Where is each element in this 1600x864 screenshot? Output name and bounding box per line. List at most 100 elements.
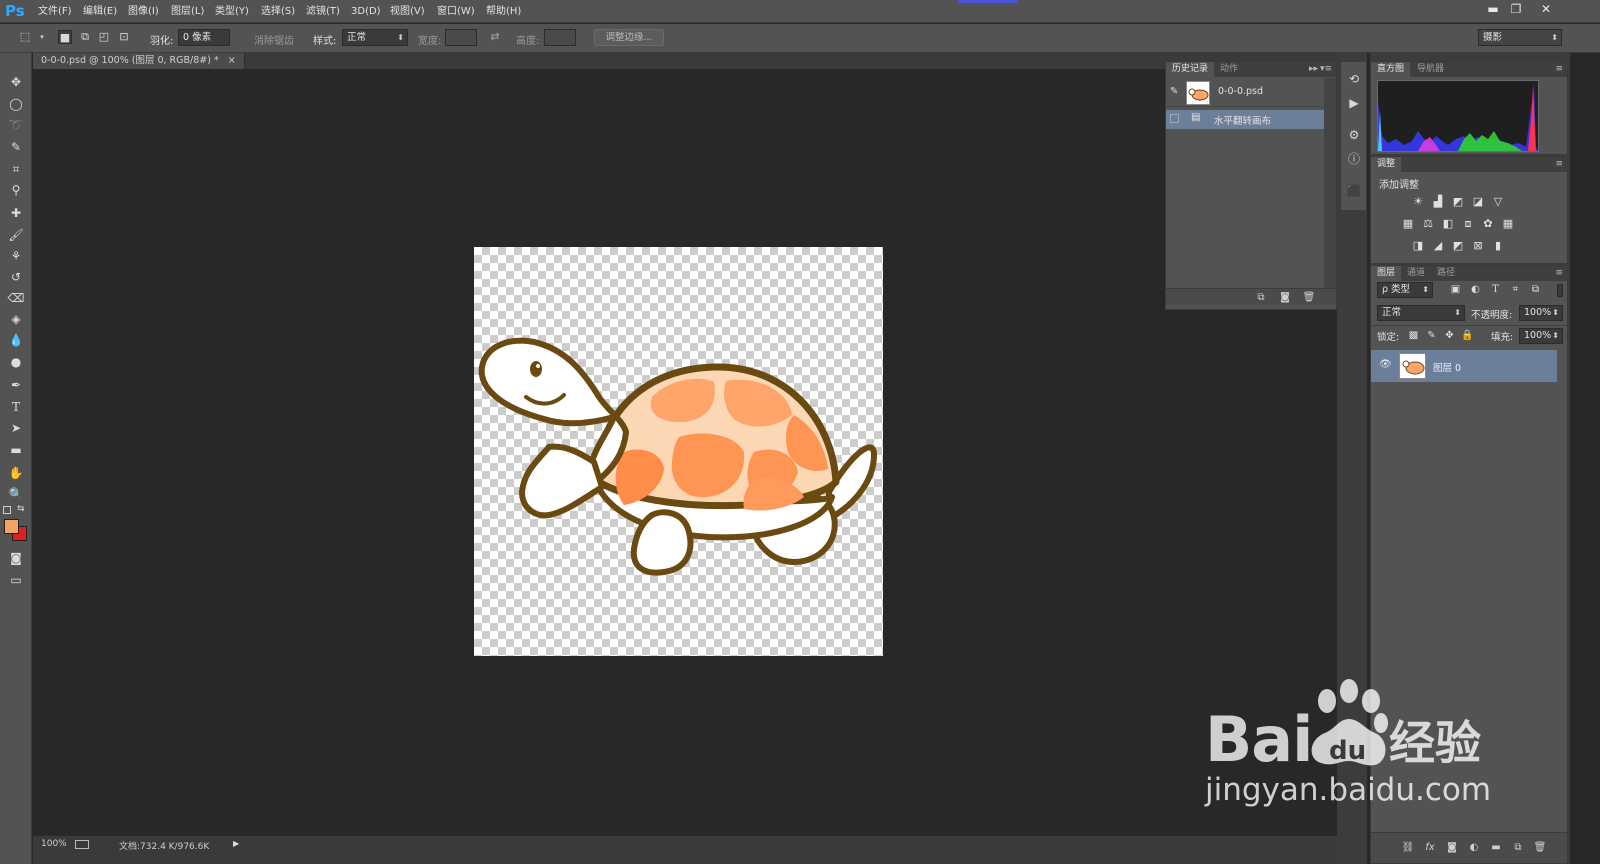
history-step[interactable]: ▤ 水平翻转画布 xyxy=(1166,110,1324,129)
layer-row[interactable]: 👁 图层 0 xyxy=(1371,350,1557,382)
vibrance-icon[interactable]: ▽ xyxy=(1491,195,1505,209)
camera-icon[interactable]: ◙ xyxy=(1278,291,1292,304)
layer-name[interactable]: 图层 0 xyxy=(1433,360,1461,374)
opacity-input[interactable]: 100% xyxy=(1519,305,1563,321)
menu-select[interactable]: 选择(S) xyxy=(261,5,295,19)
paint-bucket-tool-icon[interactable]: ◈ xyxy=(6,310,26,328)
quick-select-tool-icon[interactable]: ✎ xyxy=(6,138,26,156)
zoom-tool-icon[interactable]: 🔍 xyxy=(6,485,26,503)
width-input[interactable] xyxy=(445,29,477,46)
move-tool-icon[interactable]: ✥ xyxy=(6,73,26,91)
workspace-select[interactable]: 摄影 xyxy=(1478,29,1562,46)
brightness-contrast-icon[interactable]: ☀ xyxy=(1411,195,1425,209)
levels-icon[interactable]: ▟ xyxy=(1431,195,1445,209)
photo-filter-icon[interactable]: ⧈ xyxy=(1461,217,1475,231)
filter-smart-object-icon[interactable]: ⧉ xyxy=(1529,283,1542,296)
subtract-selection-icon[interactable]: ◰ xyxy=(97,30,111,44)
blur-tool-icon[interactable]: 💧 xyxy=(6,331,26,349)
menu-file[interactable]: 文件(F) xyxy=(38,5,72,19)
tab-adjustments[interactable]: 调整 xyxy=(1371,157,1402,172)
fill-input[interactable]: 100% xyxy=(1519,328,1563,344)
color-lookup-icon[interactable]: ▦ xyxy=(1501,217,1515,231)
new-selection-icon[interactable]: ■ xyxy=(58,30,72,44)
new-layer-icon[interactable]: ⧉ xyxy=(1511,841,1525,854)
trash-icon[interactable]: 🗑 xyxy=(1302,291,1316,304)
rectangle-tool-icon[interactable]: ▬ xyxy=(6,441,26,459)
history-scrollbar[interactable] xyxy=(1324,78,1336,288)
marquee-tool-icon[interactable]: ◯ xyxy=(6,95,26,113)
panel-menu-icon[interactable]: ▾≡ xyxy=(1320,63,1332,76)
add-selection-icon[interactable]: ⧉ xyxy=(78,30,92,44)
history-brush-source-icon[interactable]: ✎ xyxy=(1170,86,1178,97)
new-adjustment-layer-icon[interactable]: ◐ xyxy=(1467,841,1481,854)
style-select[interactable]: 正常 xyxy=(342,29,408,46)
status-preview-icon[interactable] xyxy=(75,840,89,849)
tab-actions[interactable]: 动作 xyxy=(1214,62,1244,77)
menu-help[interactable]: 帮助(H) xyxy=(486,5,521,19)
panel-menu-icon[interactable]: ≡ xyxy=(1555,267,1563,280)
clone-stamp-tool-icon[interactable]: ⚘ xyxy=(6,247,26,265)
new-document-from-state-icon[interactable]: ⧉ xyxy=(1254,291,1268,304)
close-button[interactable]: ✕ xyxy=(1535,1,1557,17)
fx-icon[interactable]: fx xyxy=(1423,841,1437,854)
eye-icon[interactable]: 👁 xyxy=(1379,359,1392,370)
actions-panel-icon[interactable]: ▶ xyxy=(1345,94,1363,112)
link-layers-icon[interactable]: ⛓ xyxy=(1401,841,1415,854)
history-snapshot[interactable]: ✎ 0-0-0.psd xyxy=(1166,78,1324,107)
menu-edit[interactable]: 编辑(E) xyxy=(83,5,117,19)
marquee-preset-icon[interactable]: ⬚ xyxy=(18,30,32,44)
hand-tool-icon[interactable]: ✋ xyxy=(6,464,26,482)
filter-shape-icon[interactable]: ⌗ xyxy=(1509,283,1522,296)
tab-history[interactable]: 历史记录 xyxy=(1166,62,1215,77)
lock-all-icon[interactable]: 🔒 xyxy=(1461,329,1474,342)
path-select-tool-icon[interactable]: ➤ xyxy=(6,419,26,437)
swap-colors-icon[interactable]: ⇆ xyxy=(17,504,25,514)
tab-histogram[interactable]: 直方图 xyxy=(1371,62,1411,77)
selective-color-icon[interactable]: ⊠ xyxy=(1471,239,1485,253)
invert-icon[interactable]: ◨ xyxy=(1411,239,1425,253)
filter-adjustment-icon[interactable]: ◐ xyxy=(1469,283,1482,296)
collapse-icon[interactable]: ▸▸ xyxy=(1309,63,1318,76)
posterize-icon[interactable]: ◢ xyxy=(1431,239,1445,253)
filter-type-icon[interactable]: T xyxy=(1489,283,1502,296)
properties-panel-icon[interactable]: ⚙ xyxy=(1345,126,1363,144)
panel-menu-icon[interactable]: ≡ xyxy=(1555,63,1563,76)
intersect-selection-icon[interactable]: ⊡ xyxy=(117,30,131,44)
history-panel-icon[interactable]: ⟲ xyxy=(1345,70,1363,88)
menu-type[interactable]: 类型(Y) xyxy=(215,5,249,19)
menu-view[interactable]: 视图(V) xyxy=(390,5,425,19)
exposure-icon[interactable]: ◪ xyxy=(1471,195,1485,209)
document-tab[interactable]: 0-0-0.psd @ 100% (图层 0, RGB/8#) * × xyxy=(33,53,245,69)
menu-window[interactable]: 窗口(W) xyxy=(437,5,475,19)
eraser-tool-icon[interactable]: ⌫ xyxy=(6,289,26,307)
history-brush-tool-icon[interactable]: ↺ xyxy=(6,268,26,286)
lock-position-icon[interactable]: ✥ xyxy=(1443,329,1456,342)
menu-3d[interactable]: 3D(D) xyxy=(351,5,381,19)
black-white-icon[interactable]: ◧ xyxy=(1441,217,1455,231)
pen-tool-icon[interactable]: ✒ xyxy=(6,376,26,394)
channel-mixer-icon[interactable]: ✿ xyxy=(1481,217,1495,231)
foreground-color-swatch[interactable] xyxy=(4,519,19,534)
type-tool-icon[interactable]: T xyxy=(6,398,26,416)
threshold-icon[interactable]: ◩ xyxy=(1451,239,1465,253)
curves-icon[interactable]: ◩ xyxy=(1451,195,1465,209)
lock-pixels-icon[interactable]: ✎ xyxy=(1425,329,1438,342)
status-menu-arrow-icon[interactable]: ▶ xyxy=(233,839,239,848)
brush-presets-icon[interactable]: ⬛ xyxy=(1345,182,1363,200)
minimize-button[interactable]: ▬ xyxy=(1482,1,1504,17)
hue-saturation-icon[interactable]: ▦ xyxy=(1401,217,1415,231)
blend-mode-select[interactable]: 正常 xyxy=(1377,305,1465,321)
refine-edge-button[interactable]: 调整边缘... xyxy=(594,29,664,46)
swap-dimensions-icon[interactable]: ⇄ xyxy=(488,30,502,44)
chevron-down-icon[interactable]: ▾ xyxy=(35,30,49,44)
info-icon[interactable]: ⓘ xyxy=(1345,150,1363,168)
screen-mode-icon[interactable]: ▭ xyxy=(6,571,26,589)
tab-close-icon[interactable]: × xyxy=(228,55,236,66)
menu-layer[interactable]: 图层(L) xyxy=(171,5,204,19)
add-mask-icon[interactable]: ◙ xyxy=(1445,841,1459,854)
menu-image[interactable]: 图像(I) xyxy=(128,5,159,19)
layer-filter-select[interactable]: ρ 类型 xyxy=(1377,282,1433,298)
brush-tool-icon[interactable]: 🖌 xyxy=(6,226,26,244)
document-canvas[interactable] xyxy=(474,247,883,656)
quick-mask-icon[interactable]: ◙ xyxy=(6,549,26,567)
